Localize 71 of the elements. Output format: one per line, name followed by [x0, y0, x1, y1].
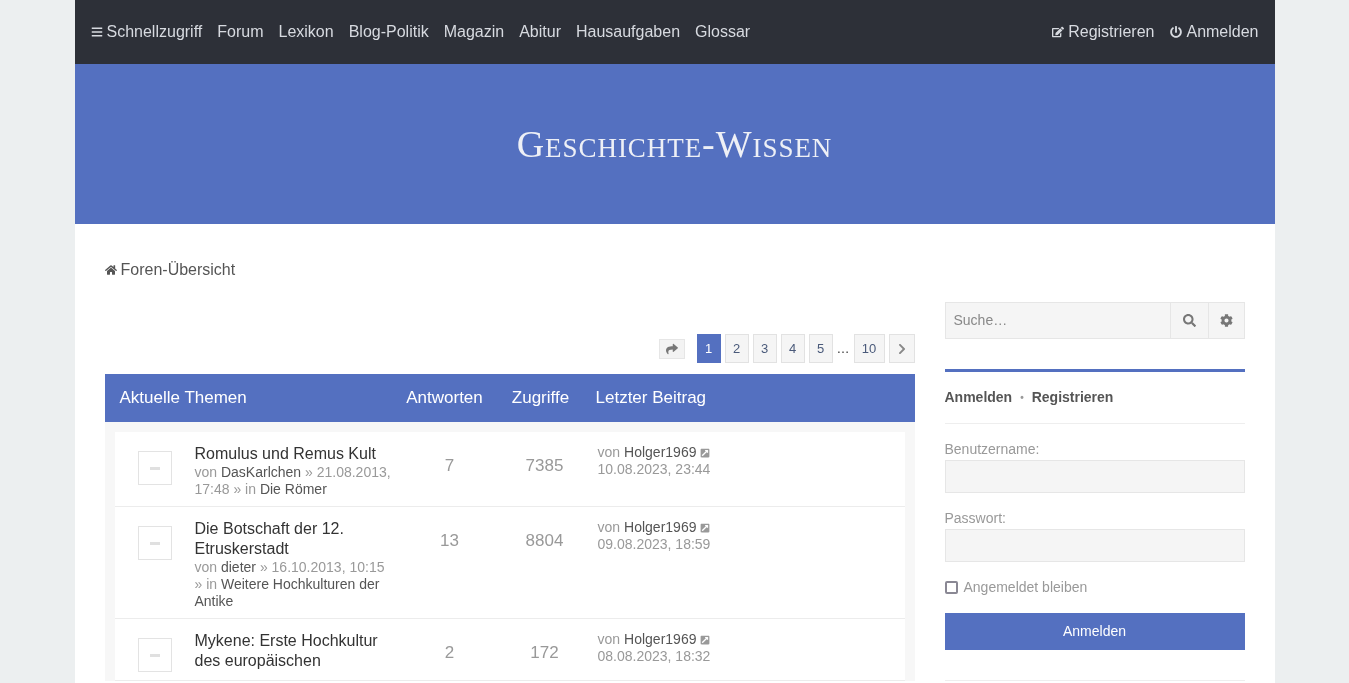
nav-link[interactable]: Abitur — [519, 20, 561, 44]
nav-link[interactable]: Forum — [217, 20, 264, 44]
page-button[interactable]: 10 — [853, 334, 885, 363]
nav-link[interactable]: Blog-Politik — [348, 20, 429, 44]
replies-count: 2 — [443, 642, 456, 664]
power-icon — [1170, 26, 1183, 38]
topic-status-icon — [137, 451, 172, 485]
login-link[interactable]: Anmelden — [1170, 20, 1259, 44]
jump-button[interactable] — [658, 338, 685, 359]
topic-meta: von DasKarlchen » 21.08.2013, 17:48 » in Die Römer — [194, 464, 392, 498]
menu-icon — [90, 26, 103, 38]
home-icon — [104, 264, 117, 276]
goto-post-icon[interactable] — [700, 634, 711, 645]
topic-title[interactable]: Die Botschaft der 12. Etruskerstadt — [194, 519, 395, 559]
login-tab[interactable]: Anmelden — [944, 387, 1013, 408]
separator-dot: • — [1020, 391, 1024, 405]
meta-text: von — [597, 444, 621, 461]
replies-count: 7 — [443, 455, 456, 477]
page-button[interactable]: 2 — [724, 334, 749, 363]
column-header: Zugriffe — [510, 387, 571, 410]
site-title[interactable]: Geschichte-Wissen — [516, 115, 833, 173]
nav-link[interactable]: Lexikon — [278, 20, 334, 44]
nav-link[interactable]: Glossar — [695, 20, 751, 44]
page-button[interactable]: 4 — [780, 334, 805, 363]
remember-checkbox[interactable] — [944, 581, 958, 594]
views-count: 172 — [529, 642, 560, 664]
column-header: Letzter Beitrag — [594, 387, 707, 410]
last-post-date: 09.08.2023, 18:59 — [597, 536, 711, 552]
author-link[interactable]: Holger1969 — [624, 631, 697, 648]
search-icon — [1182, 314, 1196, 327]
page-button[interactable]: 3 — [752, 334, 777, 363]
password-field[interactable] — [944, 529, 1245, 562]
last-post-date: 10.08.2023, 23:44 — [597, 461, 711, 477]
author-link[interactable]: Holger1969 — [624, 519, 697, 536]
search-button[interactable] — [1170, 302, 1208, 339]
settings-button[interactable] — [1207, 302, 1245, 339]
topic-title[interactable]: Mykene: Erste Hochkultur des europäischen — [194, 631, 395, 671]
topic-meta: von dieter » 16.10.2013, 10:15 » in Weitere Hochkulturen der Antike — [194, 559, 386, 610]
author-link[interactable]: Holger1969 — [624, 444, 697, 461]
topic-status-icon — [137, 526, 172, 560]
topic-title[interactable]: Romulus und Remus Kult — [194, 444, 395, 464]
page-button[interactable]: 5 — [808, 334, 833, 363]
register-link[interactable]: Registrieren — [1052, 20, 1155, 44]
share-arrow-icon — [665, 342, 678, 355]
nav-link[interactable]: Hausaufgaben — [575, 20, 681, 44]
edit-icon — [1052, 26, 1065, 38]
quick-access-link[interactable]: Schnellzugriff — [90, 20, 203, 44]
settings-icon — [1219, 314, 1233, 327]
pagination-ellipsis: … — [836, 339, 850, 358]
column-header: Aktuelle Themen — [118, 387, 248, 410]
goto-post-icon[interactable] — [700, 522, 711, 533]
breadcrumb-link[interactable]: Foren-Übersicht — [104, 258, 915, 282]
page-button[interactable]: 1 — [696, 334, 721, 363]
column-header: Antworten — [405, 387, 484, 410]
login-button[interactable]: Anmelden — [944, 613, 1245, 650]
field-label: Passwort: — [944, 509, 1007, 528]
next-page-button[interactable] — [888, 334, 915, 363]
goto-post-icon[interactable] — [700, 447, 711, 458]
replies-count: 13 — [439, 530, 460, 552]
meta-text: von — [597, 519, 621, 536]
topic-status-icon — [137, 638, 172, 672]
views-count: 8804 — [524, 530, 565, 552]
register-tab[interactable]: Registrieren — [1031, 387, 1114, 408]
last-post-date: 08.08.2023, 18:32 — [597, 648, 711, 664]
nav-link[interactable]: Magazin — [443, 20, 505, 44]
search-field[interactable]: Suche… — [944, 302, 1171, 339]
username-field[interactable] — [944, 460, 1245, 493]
remember-label: Angemeldet bleiben — [963, 578, 1088, 597]
field-label: Benutzername: — [944, 440, 1041, 459]
meta-text: von — [597, 631, 621, 648]
views-count: 7385 — [524, 455, 565, 477]
